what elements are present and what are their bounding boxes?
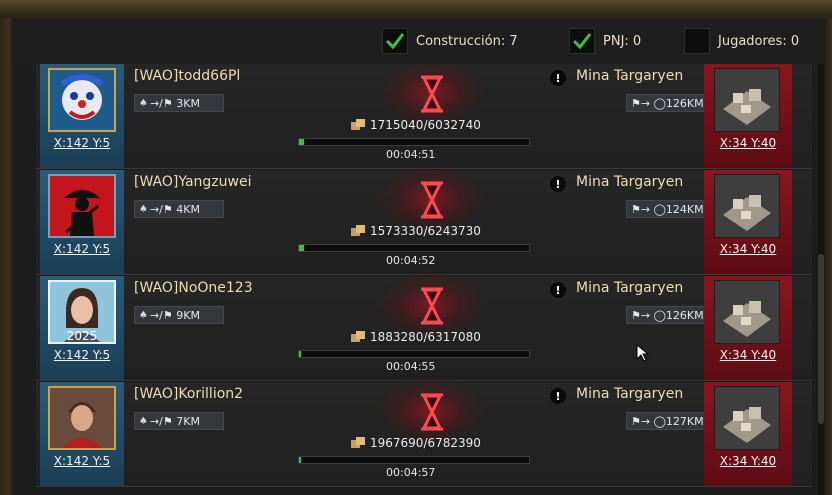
player-coordinates[interactable]: X:142 Y:5 <box>40 136 124 150</box>
window-frame-left <box>0 18 14 495</box>
clown-avatar <box>48 68 116 132</box>
construction-checkbox[interactable] <box>382 28 408 54</box>
target-name: Mina Targaryen <box>576 174 684 190</box>
player-name: [WAO]Yangzuwei <box>134 174 252 190</box>
filter-construction[interactable]: Construcción: 7 <box>382 27 518 55</box>
target-name: Mina Targaryen <box>576 280 684 296</box>
resource-amount: 1573330/6243730 <box>350 224 481 238</box>
gather-progress-bar <box>298 456 530 464</box>
hourglass-icon <box>416 392 448 432</box>
target-name: Mina Targaryen <box>576 386 684 402</box>
hourglass-icon <box>416 180 448 220</box>
target-coordinates[interactable]: X:34 Y:40 <box>704 242 792 256</box>
ore-icon <box>351 225 365 236</box>
filter-players[interactable]: Jugadores: 0 <box>684 27 799 55</box>
target-thumbnail[interactable]: X:34 Y:40 <box>704 170 792 274</box>
player-distance: ♠ →/⚑ 3KM <box>134 94 224 112</box>
resource-amount: 1967690/6782390 <box>350 436 481 450</box>
svg-text:2025: 2025 <box>67 329 98 342</box>
list-item: X:142 Y:5 [WAO]todd66Pl ♠ →/⚑ 3KM 1715040… <box>36 64 812 169</box>
ore-icon <box>351 437 365 448</box>
player-coordinates[interactable]: X:142 Y:5 <box>40 348 124 362</box>
window-frame-top <box>0 0 832 19</box>
player-name: [WAO]todd66Pl <box>134 68 241 84</box>
alert-icon[interactable]: ! <box>550 282 566 298</box>
gather-timer: 00:04:55 <box>386 360 436 373</box>
list-item: X:142 Y:5 [WAO]Korillion2 ♠ →/⚑ 7KM 19676… <box>36 376 812 487</box>
mine-image <box>714 386 780 450</box>
hourglass-icon <box>416 286 448 326</box>
helmet-icon: ♠ <box>139 203 148 215</box>
helmet-icon: ♠ <box>139 415 148 427</box>
gather-timer: 00:04:57 <box>386 466 436 479</box>
alert-icon[interactable]: ! <box>550 388 566 404</box>
gather-progress-bar <box>298 244 530 252</box>
gather-timer: 00:04:51 <box>386 148 436 161</box>
player-distance: ♠ →/⚑ 7KM <box>134 412 224 430</box>
player-distance: ♠ →/⚑ 4KM <box>134 200 224 218</box>
players-filter-label: Jugadores: 0 <box>718 33 800 49</box>
resource-amount: 1715040/6032740 <box>350 118 481 132</box>
players-checkbox[interactable] <box>684 28 710 54</box>
player-coordinates[interactable]: X:142 Y:5 <box>40 242 124 256</box>
target-coordinates[interactable]: X:34 Y:40 <box>704 454 792 468</box>
scrollbar-thumb[interactable] <box>818 254 824 424</box>
player-distance: ♠ →/⚑ 9KM <box>134 306 224 324</box>
npc-checkbox[interactable] <box>569 28 595 54</box>
samurai-avatar <box>48 174 116 238</box>
check-icon <box>572 33 592 50</box>
resource-amount: 1883280/6317080 <box>350 330 481 344</box>
target-thumbnail[interactable]: X:34 Y:40 <box>704 64 792 168</box>
alert-icon[interactable]: ! <box>550 70 566 86</box>
march-list: X:142 Y:5 [WAO]todd66Pl ♠ →/⚑ 3KM 1715040… <box>36 64 812 495</box>
list-item: X:142 Y:5 [WAO]Yangzuwei ♠ →/⚑ 4KM 157333… <box>36 164 812 275</box>
gather-progress-bar <box>298 350 530 358</box>
check-icon <box>385 33 405 50</box>
target-thumbnail[interactable]: X:34 Y:40 <box>704 276 792 380</box>
npc-filter-label: PNJ: 0 <box>603 33 642 49</box>
filter-npc[interactable]: PNJ: 0 <box>569 27 641 55</box>
player-avatar[interactable]: X:142 Y:5 <box>40 382 124 486</box>
mine-image <box>714 174 780 238</box>
construction-filter-label: Construcción: 7 <box>416 33 518 49</box>
player-name: [WAO]NoOne123 <box>134 280 253 296</box>
hourglass-icon <box>416 74 448 114</box>
list-item: 2025 X:142 Y:5 [WAO]NoOne123 ♠ →/⚑ 9KM 18… <box>36 270 812 381</box>
gathering-list-panel: Construcción: 7 PNJ: 0 Jugadores: 0 X:14… <box>14 18 824 495</box>
mine-image <box>714 68 780 132</box>
alert-icon[interactable]: ! <box>550 176 566 192</box>
window-frame-right <box>824 18 832 495</box>
warrior-avatar <box>48 386 116 450</box>
target-coordinates[interactable]: X:34 Y:40 <box>704 348 792 362</box>
gather-timer: 00:04:52 <box>386 254 436 267</box>
gather-progress-bar <box>298 138 530 146</box>
scrollbar[interactable] <box>818 64 824 495</box>
girl-avatar: 2025 <box>48 280 116 344</box>
player-coordinates[interactable]: X:142 Y:5 <box>40 454 124 468</box>
ore-icon <box>351 119 365 130</box>
target-thumbnail[interactable]: X:34 Y:40 <box>704 382 792 486</box>
target-coordinates[interactable]: X:34 Y:40 <box>704 136 792 150</box>
player-name: [WAO]Korillion2 <box>134 386 244 402</box>
helmet-icon: ♠ <box>139 309 148 321</box>
player-avatar[interactable]: X:142 Y:5 <box>40 64 124 168</box>
ore-icon <box>351 331 365 342</box>
player-avatar[interactable]: 2025 X:142 Y:5 <box>40 276 124 380</box>
mine-image <box>714 280 780 344</box>
filter-bar: Construcción: 7 PNJ: 0 Jugadores: 0 <box>14 18 824 64</box>
mouse-cursor-icon <box>636 344 650 362</box>
player-avatar[interactable]: X:142 Y:5 <box>40 170 124 274</box>
helmet-icon: ♠ <box>139 97 148 109</box>
target-name: Mina Targaryen <box>576 68 684 84</box>
